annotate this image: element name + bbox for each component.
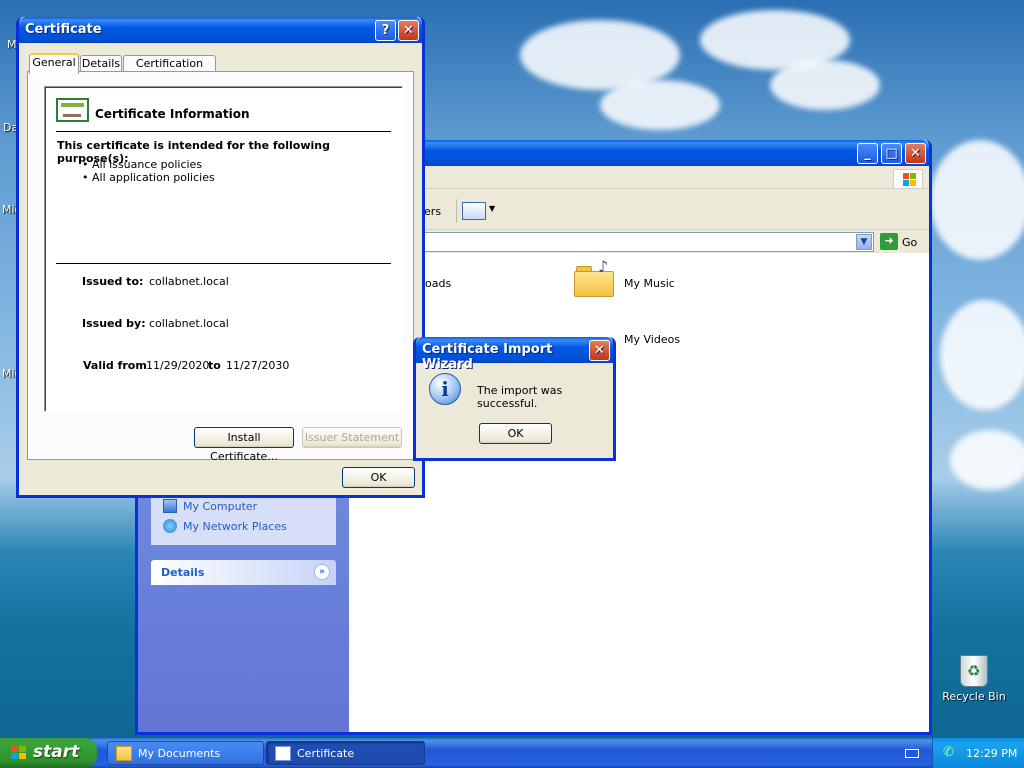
import-wizard-title: Certificate Import Wizard: [422, 342, 553, 372]
taskbar: start My Documents Certificate ✆ 12:29 P…: [0, 738, 1024, 768]
general-tab-panel: Certificate Information This certificate…: [27, 71, 414, 463]
import-wizard-title-bar[interactable]: Certificate Import Wizard ✕: [416, 337, 613, 372]
divider: [56, 131, 391, 132]
ok-button[interactable]: OK: [342, 467, 415, 488]
valid-from-value: 11/29/2020: [146, 359, 210, 372]
task-label: Certificate: [297, 747, 355, 760]
go-arrow-icon[interactable]: ➜: [880, 233, 898, 250]
purpose-item: • All application policies: [82, 171, 215, 184]
windows-logo-icon: [893, 169, 923, 189]
views-dropdown-icon[interactable]: ▼: [489, 204, 495, 213]
details-header-label: Details: [161, 566, 205, 579]
maximize-button[interactable]: □: [881, 143, 902, 164]
cloud: [600, 80, 720, 130]
computer-icon: [163, 499, 177, 513]
other-places-panel: My Computer My Network Places: [151, 493, 336, 545]
minimize-button[interactable]: _: [857, 143, 878, 164]
folder-content: nloads ♪ My Music My Videos: [349, 253, 929, 732]
my-music-folder-icon[interactable]: ♪: [574, 257, 614, 297]
import-wizard-dialog: Certificate Import Wizard ✕ i The import…: [413, 337, 616, 461]
close-button[interactable]: ✕: [905, 143, 926, 164]
folder-item-my-music-label[interactable]: My Music: [624, 277, 675, 290]
my-computer-link[interactable]: My Computer: [163, 499, 257, 513]
issued-to-value: collabnet.local: [149, 275, 229, 288]
issued-to-label: Issued to:: [82, 275, 144, 288]
network-tray-icon[interactable]: ✆: [943, 745, 954, 760]
close-button[interactable]: ✕: [589, 340, 610, 361]
clock[interactable]: 12:29 PM: [966, 747, 1017, 760]
views-icon[interactable]: [462, 202, 486, 220]
taskbar-item-certificate[interactable]: Certificate: [266, 741, 425, 765]
address-dropdown-icon[interactable]: ▼: [856, 234, 872, 250]
valid-to-label: to: [208, 359, 221, 372]
cloud: [950, 430, 1024, 490]
folder-icon: [116, 746, 132, 761]
divider: [56, 263, 391, 264]
folder-item-my-videos-label[interactable]: My Videos: [624, 333, 680, 346]
close-button[interactable]: ✕: [398, 20, 419, 41]
cloud: [930, 140, 1024, 260]
purpose-item: • All issuance policies: [82, 158, 203, 171]
recycle-bin[interactable]: Recycle Bin: [942, 655, 1006, 703]
recycle-bin-label: Recycle Bin: [942, 690, 1006, 703]
my-computer-label: My Computer: [183, 500, 258, 513]
cloud: [770, 60, 880, 110]
keyboard-icon[interactable]: [905, 749, 919, 758]
valid-to-value: 11/27/2030: [226, 359, 290, 372]
recycle-bin-icon: [960, 655, 988, 687]
certificate-info-heading: Certificate Information: [95, 107, 250, 121]
cloud: [940, 300, 1024, 410]
window-icon: [275, 746, 291, 761]
my-network-places-label: My Network Places: [183, 520, 287, 533]
import-message: The import was successful.: [477, 384, 563, 410]
certificate-info-box: Certificate Information This certificate…: [44, 86, 403, 412]
certificate-title-bar[interactable]: Certificate ? ✕: [19, 17, 422, 43]
expand-chevron-icon[interactable]: »: [314, 564, 330, 580]
certificate-icon: [56, 98, 89, 122]
issued-by-label: Issued by:: [82, 317, 146, 330]
valid-from-label: Valid from: [83, 359, 147, 372]
details-panel-header[interactable]: Details »: [151, 560, 336, 585]
network-icon: [163, 519, 177, 533]
system-tray: ✆ 12:29 PM: [932, 738, 1024, 768]
help-button[interactable]: ?: [375, 20, 396, 41]
go-button[interactable]: Go: [902, 236, 917, 249]
task-label: My Documents: [138, 747, 221, 760]
my-network-places-link[interactable]: My Network Places: [163, 519, 287, 533]
ok-button[interactable]: OK: [479, 423, 552, 444]
certificate-dialog: Certificate ? ✕ General Details Certific…: [16, 17, 425, 498]
start-label: start: [33, 742, 80, 762]
windows-flag-icon: [11, 746, 27, 761]
information-icon: i: [429, 373, 461, 405]
toolbar-separator: [456, 199, 457, 223]
start-button[interactable]: start: [0, 738, 97, 768]
issued-by-value: collabnet.local: [149, 317, 229, 330]
taskbar-item-my-documents[interactable]: My Documents: [107, 741, 264, 765]
tab-general[interactable]: General: [29, 53, 79, 74]
issuer-statement-button[interactable]: Issuer Statement: [302, 427, 402, 448]
install-certificate-button[interactable]: Install Certificate...: [194, 427, 294, 463]
certificate-title: Certificate: [25, 22, 102, 37]
